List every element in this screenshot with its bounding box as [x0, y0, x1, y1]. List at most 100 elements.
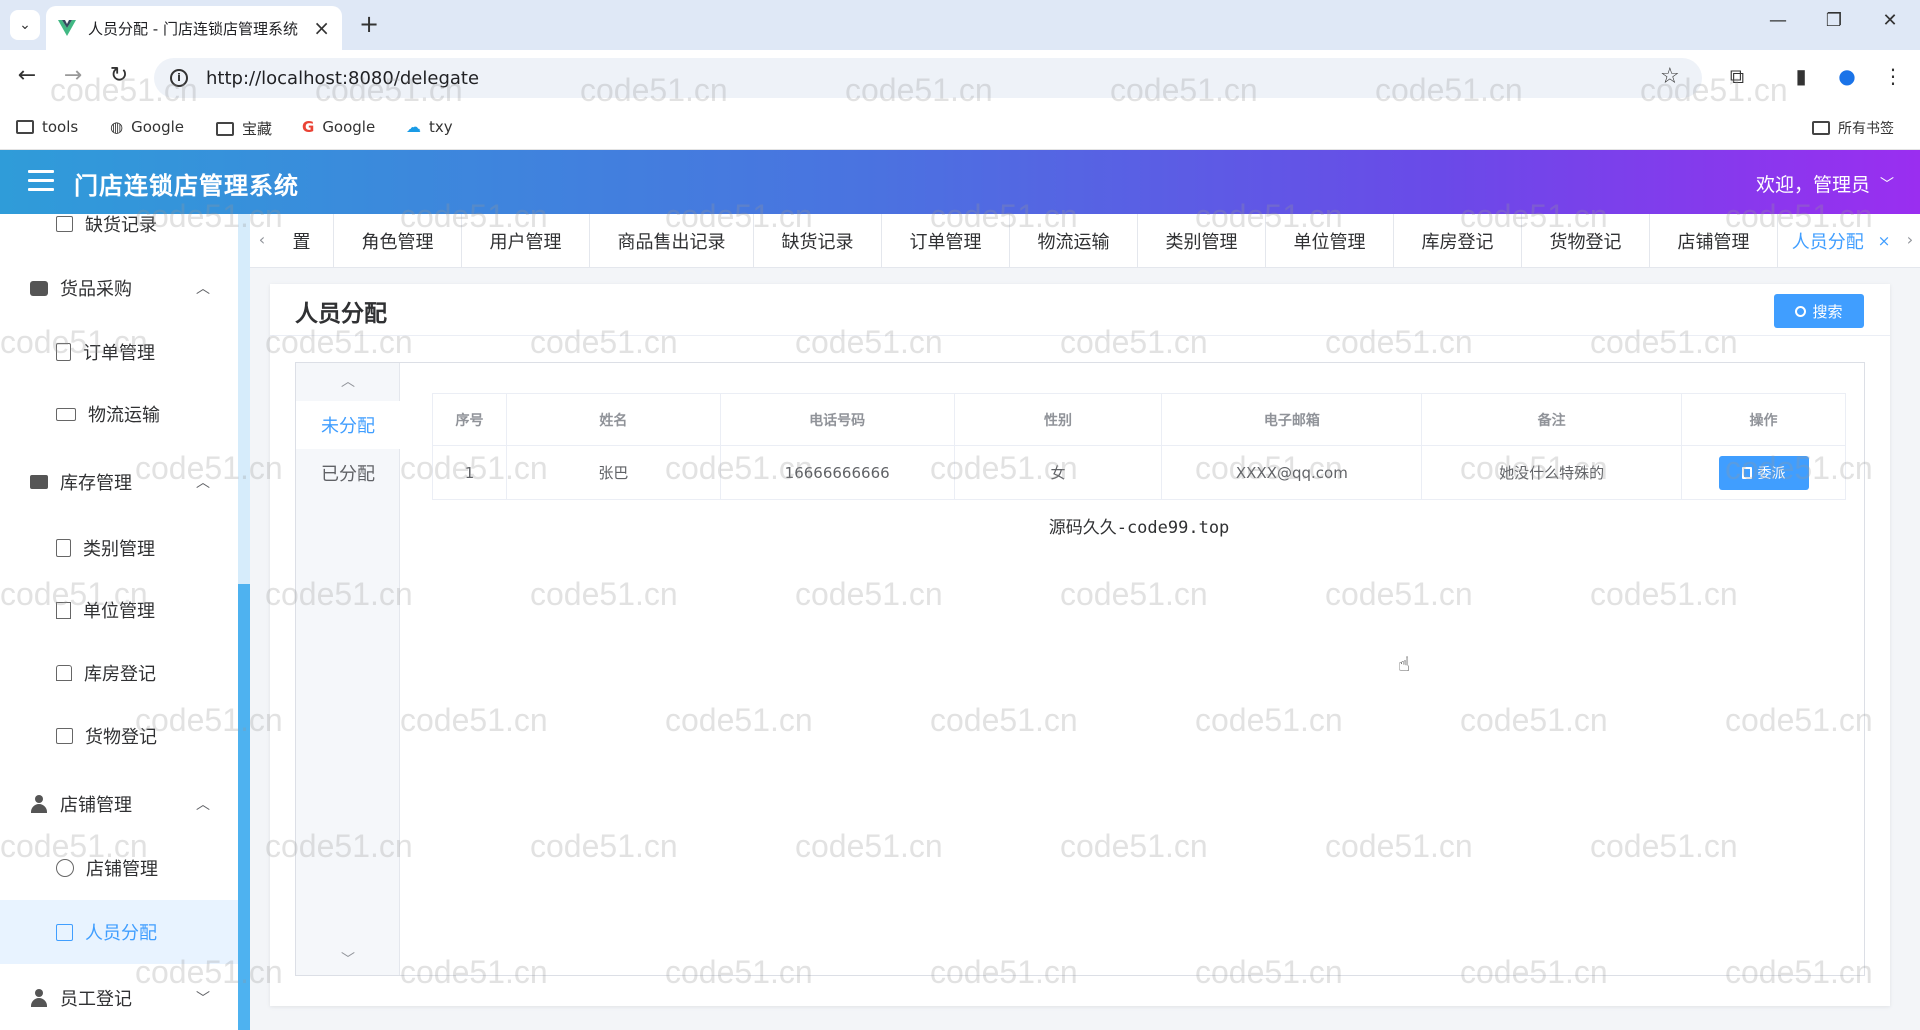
sidebar-item-units[interactable]: 单位管理	[0, 582, 238, 638]
bookmark-star-icon[interactable]: ☆	[1660, 64, 1680, 89]
folder-icon	[16, 120, 34, 134]
hamburger-menu-icon[interactable]	[28, 170, 54, 192]
tag-item[interactable]: 缺货记录	[754, 214, 882, 267]
tab-search-button[interactable]: ⌄	[10, 10, 40, 40]
column-header: 备注	[1421, 393, 1683, 446]
omnibox[interactable]: i http://localhost:8080/delegate	[154, 58, 1702, 98]
search-button[interactable]: 搜索	[1774, 294, 1864, 328]
bookmark-treasure[interactable]: 宝藏	[216, 118, 272, 139]
menu-icon[interactable]: ⋮	[1878, 64, 1908, 88]
vertical-tabs: ︿ 未分配 已分配 ﹀	[296, 363, 400, 975]
home-icon	[56, 665, 72, 681]
chevron-down-icon: ⌄	[19, 17, 31, 33]
cloud-icon: ☁	[406, 118, 421, 136]
sidebar-item-stockout[interactable]: 缺货记录	[0, 214, 238, 252]
sidebar-scrollbar-thumb[interactable]	[238, 584, 250, 1030]
bookmark-google-1[interactable]: ◍ Google	[110, 118, 184, 136]
tag-item[interactable]: 单位管理	[1266, 214, 1394, 267]
forward-button[interactable]: →	[58, 63, 88, 88]
tag-item[interactable]: 用户管理	[462, 214, 590, 267]
browser-tabstrip: ⌄ 人员分配 - 门店连锁店管理系统 × + — ❐ ✕	[0, 0, 1920, 50]
sidebar-item-orders[interactable]: 订单管理	[0, 324, 238, 380]
tag-item[interactable]: 订单管理	[882, 214, 1010, 267]
sidebar-group-staff[interactable]: 员工登记 ﹀	[0, 970, 238, 1026]
back-button[interactable]: ←	[12, 63, 42, 88]
cell-gender: 女	[953, 445, 1163, 500]
content-card: 人员分配 搜索 ︿ 未分配 已分配 ﹀ 序号 姓名 电话号码 性别 电子邮箱 备…	[270, 284, 1890, 1006]
chevron-down-icon: ﹀	[196, 991, 210, 1007]
tag-item[interactable]: 置	[270, 214, 334, 267]
browser-tab[interactable]: 人员分配 - 门店连锁店管理系统 ×	[46, 6, 342, 50]
chevron-down-icon: ﹀	[1880, 176, 1894, 193]
chevron-down-icon[interactable]: ﹀	[296, 949, 400, 969]
cell-index: 1	[432, 445, 507, 500]
extensions-icon[interactable]: ⧉	[1722, 64, 1752, 88]
close-tab-icon[interactable]: ×	[313, 16, 330, 40]
tag-item[interactable]: 库房登记	[1394, 214, 1522, 267]
tags-scroll-right-icon[interactable]: ›	[1902, 230, 1918, 249]
column-header: 序号	[432, 393, 507, 446]
sidebar-item-delegate[interactable]: 人员分配	[0, 900, 238, 964]
app-title: 门店连锁店管理系统	[74, 172, 299, 200]
close-window-button[interactable]: ✕	[1870, 10, 1910, 31]
sidebar-item-goods[interactable]: 货物登记	[0, 708, 238, 764]
url-text[interactable]: http://localhost:8080/delegate	[206, 68, 479, 89]
sidebar-item-categories[interactable]: 类别管理	[0, 520, 238, 576]
bookmark-txy[interactable]: ☁ txy	[406, 118, 453, 136]
tab-assigned[interactable]: 已分配	[296, 449, 400, 497]
sidebar: 缺货记录 货品采购 ︿ 订单管理 物流运输 库存管理 ︿ 类别管理 单位管理 库房登…	[0, 214, 238, 1030]
truck-icon	[56, 407, 76, 421]
tag-item[interactable]: 货物登记	[1522, 214, 1650, 267]
side-panel-icon[interactable]: ▮	[1786, 64, 1816, 88]
sidebar-item-store-manage[interactable]: 店铺管理	[0, 840, 238, 896]
tag-item[interactable]: 角色管理	[334, 214, 462, 267]
chevron-up-icon: ︿	[196, 281, 210, 297]
all-bookmarks[interactable]: 所有书签	[1812, 118, 1894, 138]
bookmark-google-2[interactable]: G Google	[302, 118, 375, 136]
edit-icon	[56, 923, 73, 941]
bookmark-tools[interactable]: tools	[16, 118, 78, 136]
restore-button[interactable]: ❐	[1814, 10, 1854, 31]
sidebar-group-store[interactable]: 店铺管理 ︿	[0, 776, 238, 832]
assign-button[interactable]: 委派	[1718, 455, 1809, 490]
hand-cursor-icon: ☝	[1398, 652, 1411, 676]
new-tab-button[interactable]: +	[354, 10, 384, 40]
tags-scroll-left-icon[interactable]: ‹	[254, 230, 270, 249]
vue-logo-icon	[58, 20, 76, 36]
sidebar-item-logistics[interactable]: 物流运输	[0, 386, 238, 442]
globe-icon: ◍	[110, 118, 124, 136]
folder-icon	[216, 121, 234, 136]
tags-bar: ‹ 置 角色管理 用户管理 商品售出记录 缺货记录 订单管理 物流运输 类别管理…	[250, 214, 1920, 268]
sidebar-group-inventory[interactable]: 库存管理 ︿	[0, 454, 238, 510]
close-icon[interactable]: ×	[1878, 232, 1891, 250]
doc-icon	[56, 343, 71, 361]
tab-title: 人员分配 - 门店连锁店管理系统	[88, 19, 298, 38]
footer-text: 源码久久-code99.top	[1048, 518, 1230, 538]
sidebar-item-warehouse[interactable]: 库房登记	[0, 645, 238, 701]
google-icon: G	[302, 118, 315, 136]
minimize-button[interactable]: —	[1758, 10, 1798, 31]
table-row: 1 张巴 16666666666 女 XXXX@qq.com 她没什么特殊的 委…	[432, 445, 1846, 500]
tag-item[interactable]: 店铺管理	[1650, 214, 1778, 267]
sidebar-group-purchase[interactable]: 货品采购 ︿	[0, 260, 238, 316]
chevron-up-icon[interactable]: ︿	[296, 371, 400, 391]
cell-action: 委派	[1681, 445, 1846, 500]
tag-item-active[interactable]: 人员分配 ×	[1778, 214, 1904, 267]
profile-icon[interactable]: ●	[1832, 64, 1862, 88]
column-header: 电话号码	[719, 393, 955, 446]
staff-table: 序号 姓名 电话号码 性别 电子邮箱 备注 操作 1 张巴 1666666666…	[432, 393, 1846, 500]
tab-unassigned[interactable]: 未分配	[296, 401, 400, 449]
document-icon	[1741, 466, 1752, 479]
main-content: 人员分配 搜索 ︿ 未分配 已分配 ﹀ 序号 姓名 电话号码 性别 电子邮箱 备…	[250, 268, 1920, 1030]
user-dropdown[interactable]: 欢迎，管理员 ﹀	[1756, 170, 1894, 197]
table-header-row: 序号 姓名 电话号码 性别 电子邮箱 备注 操作	[432, 393, 1846, 446]
info-icon[interactable]: i	[170, 69, 188, 87]
building-icon	[56, 601, 71, 619]
tag-item[interactable]: 物流运输	[1010, 214, 1138, 267]
chevron-up-icon: ︿	[196, 797, 210, 813]
column-header: 电子邮箱	[1161, 393, 1423, 446]
cell-email: XXXX@qq.com	[1161, 445, 1423, 500]
tag-item[interactable]: 商品售出记录	[590, 214, 754, 267]
reload-button[interactable]: ↻	[104, 63, 134, 88]
tag-item[interactable]: 类别管理	[1138, 214, 1266, 267]
